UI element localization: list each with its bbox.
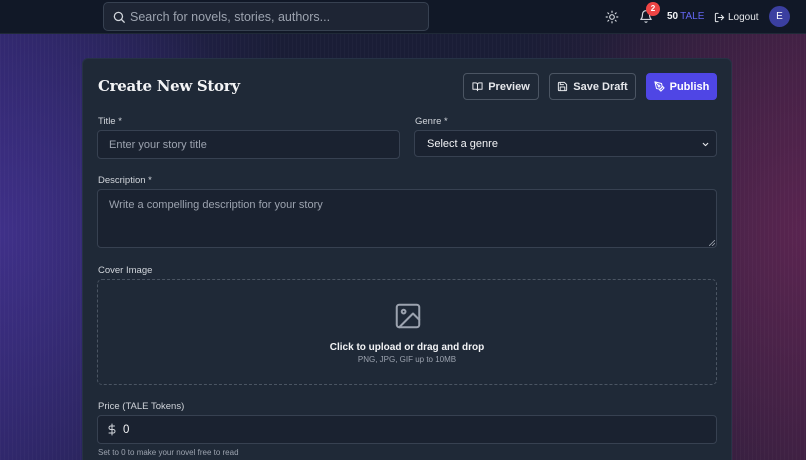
top-navigation-bar: 2 50TALE Logout E [0, 0, 806, 34]
balance-unit: TALE [680, 11, 705, 22]
price-label: Price (TALE Tokens) [98, 401, 185, 412]
search-icon [113, 11, 125, 23]
cover-image-dropzone[interactable]: Click to upload or drag and drop PNG, JP… [97, 279, 717, 385]
price-field [97, 415, 717, 444]
title-label: Title * [98, 116, 122, 127]
description-textarea[interactable] [97, 189, 717, 248]
title-input[interactable] [97, 130, 400, 159]
search-bar [103, 2, 429, 31]
publish-button[interactable]: Publish [646, 73, 717, 100]
create-story-card: Create New Story Preview Save Draft Publ… [82, 58, 732, 460]
logout-label: Logout [728, 11, 759, 23]
balance-amount: 50 [667, 11, 679, 22]
genre-label: Genre * [415, 116, 448, 127]
publish-label: Publish [669, 80, 710, 93]
resize-handle-icon[interactable] [709, 240, 715, 246]
logout-button[interactable]: Logout [714, 9, 759, 25]
book-open-icon [472, 82, 483, 92]
save-draft-label: Save Draft [573, 80, 628, 93]
page-title: Create New Story [98, 77, 240, 95]
genre-selected-value: Select a genre [427, 137, 498, 150]
price-hint: Set to 0 to make your novel free to read [98, 448, 239, 457]
notification-badge: 2 [646, 2, 660, 16]
upload-file-hint: PNG, JPG, GIF up to 10MB [357, 355, 457, 364]
token-balance: 50 TALE [667, 11, 704, 22]
preview-label: Preview [488, 80, 530, 93]
search-input[interactable] [130, 3, 426, 30]
pen-tool-icon [654, 81, 665, 92]
user-avatar[interactable]: E [769, 6, 790, 27]
logout-icon [714, 12, 725, 22]
dollar-icon [108, 423, 116, 436]
preview-button[interactable]: Preview [463, 73, 539, 100]
genre-select[interactable]: Select a genre [414, 130, 717, 157]
cover-image-label: Cover Image [98, 265, 153, 276]
save-icon [558, 81, 568, 92]
sun-icon[interactable] [605, 10, 619, 24]
image-icon [395, 303, 421, 329]
upload-instruction: Click to upload or drag and drop [329, 342, 485, 353]
description-label: Description * [98, 175, 152, 186]
price-input[interactable] [123, 416, 703, 443]
chevron-down-icon [702, 142, 709, 147]
save-draft-button[interactable]: Save Draft [549, 73, 636, 100]
